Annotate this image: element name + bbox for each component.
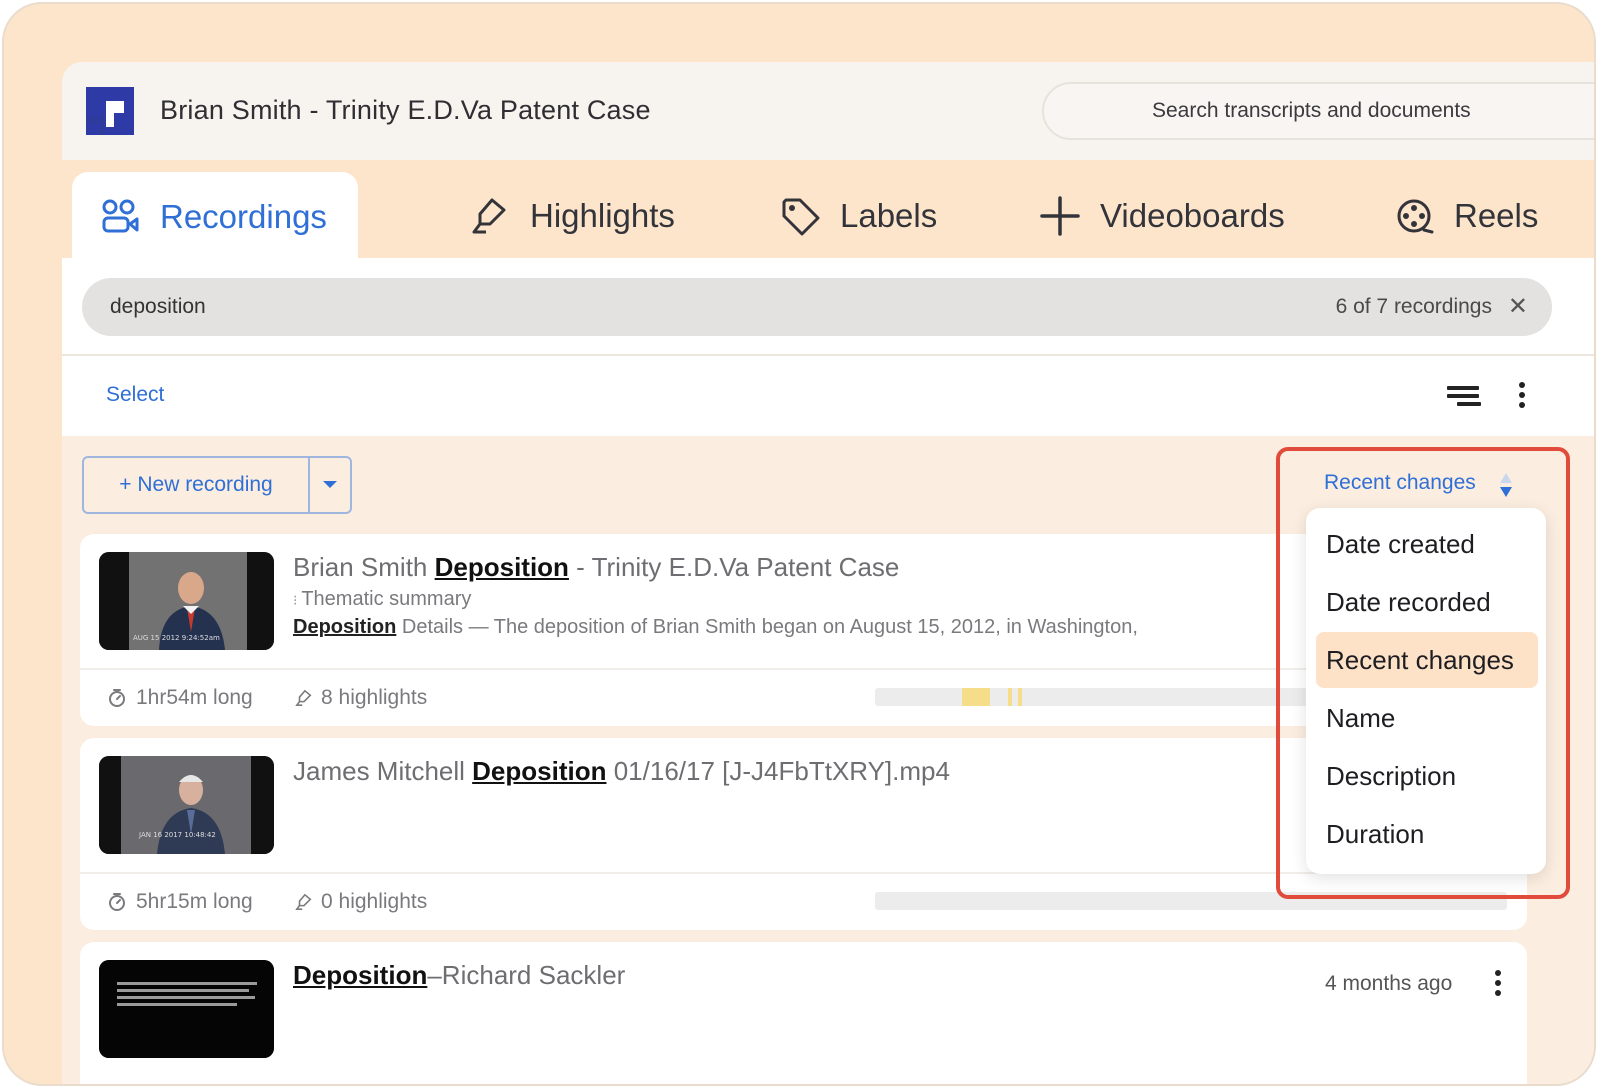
recording-thumbnail[interactable]: JAN 16 2017 10:48:42 — [99, 756, 274, 854]
search-match: Deposition — [293, 960, 428, 990]
title-text: - Trinity E.D.Va Patent Case — [568, 552, 900, 582]
title-text: Brian Smith — [293, 552, 435, 582]
recording-highlight-count: 0 highlights — [295, 890, 427, 914]
app-header: Brian Smith - Trinity E.D.Va Patent Case… — [62, 62, 1594, 160]
app-logo-icon — [86, 87, 134, 135]
recording-description: Deposition Details — The deposition of B… — [293, 616, 1233, 639]
tab-highlights[interactable]: Highlights — [470, 174, 675, 258]
clear-filter-icon[interactable]: ✕ — [1508, 292, 1528, 321]
tab-videoboards[interactable]: Videoboards — [1040, 174, 1285, 258]
recording-thumbnail[interactable]: AUG 15 2012 9:24:52am — [99, 552, 274, 650]
recording-duration: 1hr54m long — [108, 686, 253, 710]
tab-label: Labels — [840, 197, 938, 234]
stopwatch-icon — [109, 689, 125, 707]
reel-icon — [1397, 199, 1434, 234]
duration-text: 1hr54m long — [136, 686, 253, 709]
tag-icon — [782, 198, 820, 236]
title-text: –Richard Sackler — [427, 960, 626, 990]
thumbnail-timestamp: AUG 15 2012 9:24:52am — [133, 634, 220, 642]
panel-toolbar: deposition 6 of 7 recordings ✕ Select — [62, 258, 1594, 436]
more-options-icon[interactable] — [1512, 380, 1532, 410]
search-input[interactable]: Search transcripts and documents — [1042, 82, 1594, 140]
recording-card[interactable]: Deposition–Richard Sackler 4 months ago — [80, 942, 1527, 1084]
filter-query: deposition — [110, 295, 206, 318]
select-button[interactable]: Select — [106, 383, 164, 407]
tab-recordings[interactable]: Recordings — [72, 172, 358, 262]
tab-label: Highlights — [530, 197, 675, 234]
new-recording-button[interactable]: + New recording — [84, 458, 310, 512]
subtitle-text: Thematic summary — [301, 588, 472, 610]
tab-reels[interactable]: Reels — [1394, 174, 1538, 258]
filter-bar[interactable]: deposition 6 of 7 recordings ✕ — [82, 278, 1552, 336]
highlights-text: 0 highlights — [321, 890, 428, 913]
highlighter-icon — [472, 198, 506, 234]
list-view-icon[interactable] — [1447, 382, 1483, 410]
duration-text: 5hr15m long — [136, 890, 253, 913]
callout-highlight-box — [1276, 447, 1570, 899]
chevron-down-icon — [323, 481, 337, 488]
tab-labels[interactable]: Labels — [780, 174, 937, 258]
search-match: Deposition — [434, 552, 569, 582]
stopwatch-icon — [109, 893, 125, 911]
title-text: James Mitchell — [293, 756, 473, 786]
more-options-icon[interactable] — [1490, 968, 1506, 998]
divider — [62, 354, 1594, 356]
tab-label: Videoboards — [1100, 197, 1285, 234]
highlights-text: 8 highlights — [321, 686, 428, 709]
search-match: Deposition — [472, 756, 607, 786]
tab-label: Recordings — [160, 198, 327, 235]
highlight-mark[interactable] — [962, 688, 990, 706]
recording-highlight-count: 8 highlights — [295, 686, 427, 710]
new-recording-dropdown[interactable] — [310, 458, 350, 512]
highlight-mark[interactable] — [1008, 688, 1012, 706]
plus-icon — [1040, 196, 1080, 236]
recording-title[interactable]: Brian Smith Deposition - Trinity E.D.Va … — [293, 552, 899, 583]
new-recording-button-group: + New recording — [82, 456, 352, 514]
app-frame: Brian Smith - Trinity E.D.Va Patent Case… — [2, 2, 1596, 1086]
highlight-mark[interactable] — [1018, 688, 1022, 706]
recording-title[interactable]: Deposition–Richard Sackler — [293, 960, 625, 991]
recording-title[interactable]: James Mitchell Deposition 01/16/17 [J-J4… — [293, 756, 950, 787]
recording-subtitle: ⁝ Thematic summary — [293, 588, 471, 611]
highlighter-icon — [295, 689, 312, 706]
recording-duration: 5hr15m long — [108, 890, 253, 914]
thumbnail-image — [99, 960, 274, 1058]
filter-result-count: 6 of 7 recordings — [1335, 295, 1492, 318]
case-title: Brian Smith - Trinity E.D.Va Patent Case — [160, 95, 651, 125]
description-text: Details — The deposition of Brian Smith … — [396, 616, 1138, 638]
thumbnail-image — [99, 756, 274, 854]
search-match: Deposition — [293, 616, 397, 638]
recordings-icon — [102, 199, 139, 233]
highlighter-icon — [295, 893, 312, 910]
tab-label: Reels — [1454, 197, 1539, 234]
recording-thumbnail[interactable] — [99, 960, 274, 1058]
title-text: 01/16/17 [J-J4FbTtXRY].mp4 — [606, 756, 950, 786]
thumbnail-timestamp: JAN 16 2017 10:48:42 — [139, 831, 216, 839]
modified-time: 4 months ago — [1325, 972, 1453, 995]
